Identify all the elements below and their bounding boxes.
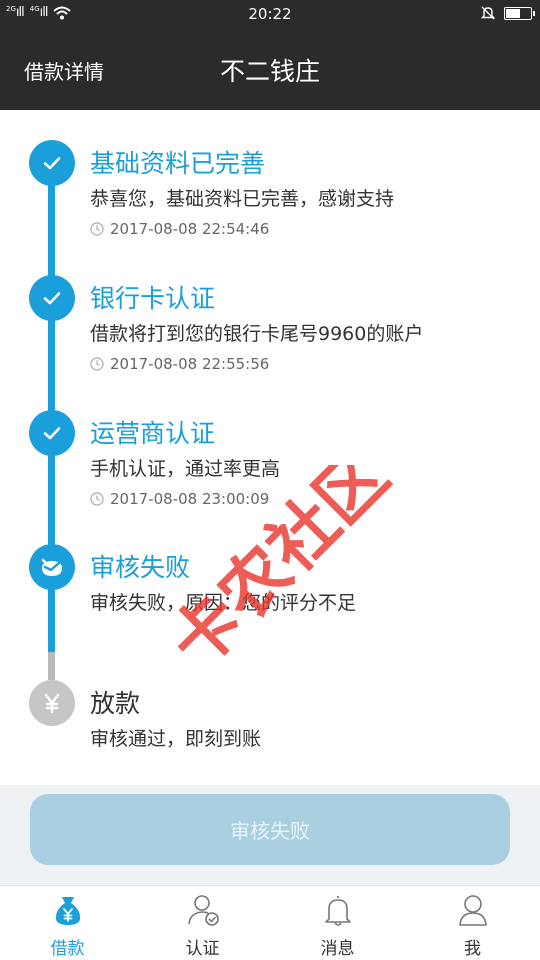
check-icon: [29, 140, 75, 186]
review-failed-button[interactable]: 审核失败: [30, 794, 510, 865]
tab-messages[interactable]: 消息: [270, 886, 405, 960]
tab-me[interactable]: 我: [405, 886, 540, 960]
step-timestamp: 2017-08-08 22:55:56: [90, 355, 269, 373]
loan-progress-timeline: 基础资料已完善 恭喜您，基础资料已完善，感谢支持 2017-08-08 22:5…: [0, 110, 540, 785]
step-description: 恭喜您，基础资料已完善，感谢支持: [90, 188, 395, 210]
money-bag-icon: [55, 897, 80, 925]
tab-label: 借款: [50, 939, 85, 959]
check-icon: [29, 410, 75, 456]
step-title: 运营商认证: [90, 419, 216, 448]
step-description: 审核通过，即刻到账: [90, 728, 262, 750]
clock-icon: [90, 492, 104, 506]
tab-loan[interactable]: 借款: [0, 886, 135, 960]
mute-bell-icon: [480, 6, 496, 20]
clock-icon: [90, 357, 104, 371]
step-description: 手机认证，通过率更高: [90, 458, 281, 480]
step-timestamp: 2017-08-08 22:54:46: [90, 220, 269, 238]
check-icon: [29, 275, 75, 321]
battery-icon: [504, 6, 535, 20]
step-description: 审核失败，原因：您的评分不足: [90, 592, 357, 614]
step-title: 审核失败: [90, 553, 191, 582]
tab-verify[interactable]: 认证: [135, 886, 270, 960]
tab-label: 消息: [320, 939, 355, 959]
step-time-text: 2017-08-08 22:55:56: [110, 355, 270, 373]
tab-label: 我: [464, 939, 481, 959]
yuan-icon: [29, 680, 75, 726]
tab-label: 认证: [185, 939, 220, 959]
step-title: 银行卡认证: [90, 284, 216, 313]
status-right: [480, 5, 535, 21]
person-icon: [458, 895, 487, 926]
timeline-line-pending: [48, 652, 55, 680]
step-time-text: 2017-08-08 23:00:09: [110, 490, 270, 508]
clock: 20:22: [248, 5, 292, 23]
step-title: 放款: [90, 689, 141, 718]
clock-icon: [90, 222, 104, 236]
status-bar: 2Gıll 4Gıll 20:22: [0, 0, 540, 28]
step-title: 基础资料已完善: [90, 149, 266, 178]
step-description: 借款将打到您的银行卡尾号9960的账户: [90, 323, 424, 345]
user-verified-icon: [187, 895, 219, 926]
bottom-tab-bar: 借款 认证 消息 我: [0, 885, 540, 960]
battery-fill: [506, 8, 521, 18]
page-title: 不二钱庄: [219, 57, 320, 86]
bell-icon: [324, 896, 351, 926]
step-timestamp: 2017-08-08 23:00:09: [90, 490, 269, 508]
button-area: 审核失败: [0, 785, 540, 885]
nav-bar: 借款详情 不二钱庄: [0, 28, 540, 110]
review-failed-icon: [29, 544, 75, 590]
step-time-text: 2017-08-08 22:54:46: [110, 220, 270, 238]
